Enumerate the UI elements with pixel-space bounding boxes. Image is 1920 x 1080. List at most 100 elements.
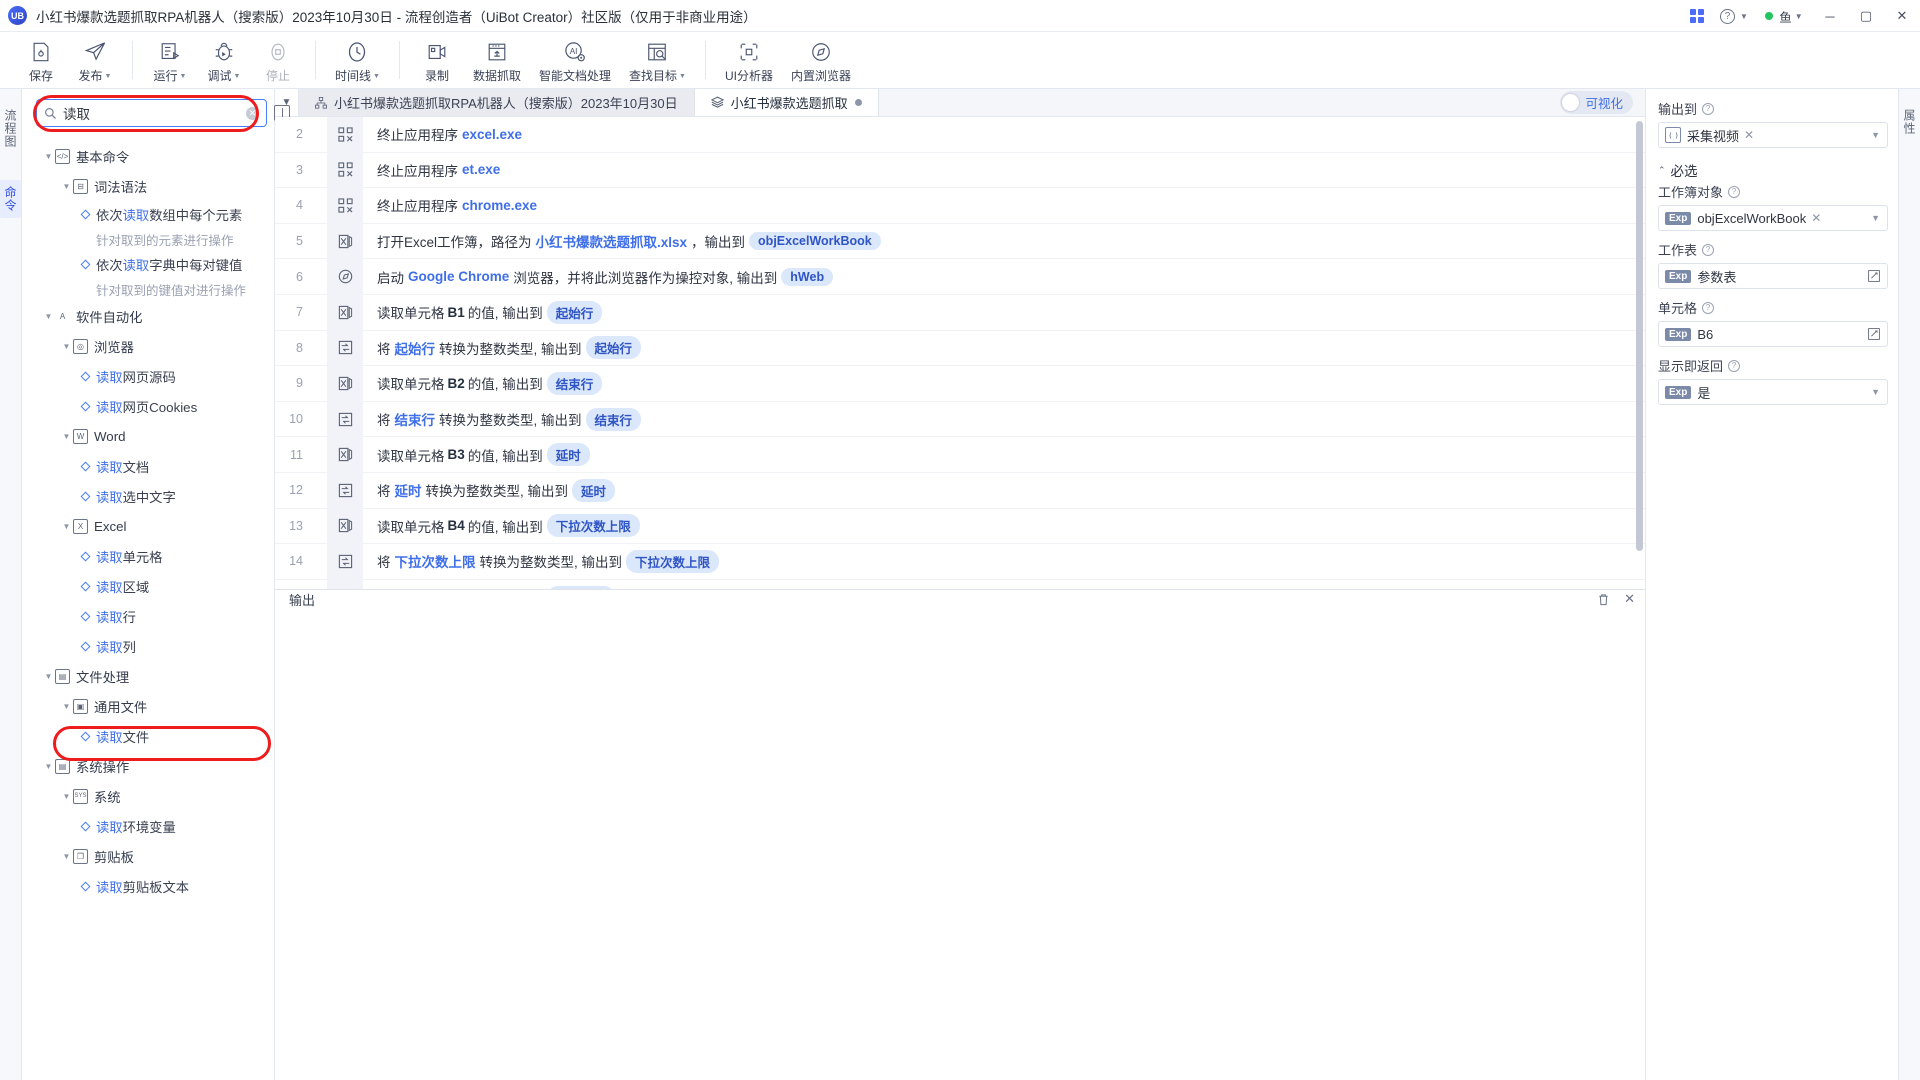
tree-group-系统操作[interactable]: ▼ ▤ 系统操作 (22, 751, 274, 781)
clear-icon[interactable]: ✕ (246, 106, 259, 120)
user-menu-button[interactable]: 鱼 ▼ (1756, 0, 1812, 32)
chevron-down-icon[interactable]: ▼ (60, 702, 73, 711)
flow-scrollbar[interactable] (1636, 121, 1643, 585)
flow-row[interactable]: 2 终止应用程序 excel.exe (275, 117, 1645, 153)
tree-group-基本命令[interactable]: ▼ </> 基本命令 (22, 141, 274, 171)
edit-icon[interactable] (1868, 328, 1880, 340)
toolbar-debug-button[interactable]: 调试 ▼ (197, 32, 251, 88)
rail-tab-flowchart[interactable]: 流程图 (0, 103, 21, 154)
tree-group-词法语法[interactable]: ▼ ⊟ 词法语法 (22, 171, 274, 201)
tree-item-依次读取数组中每个元素[interactable]: 依次读取数组中每个元素 (22, 201, 274, 227)
chevron-down-icon[interactable]: ▼ (1871, 130, 1880, 140)
trash-icon[interactable] (1597, 593, 1610, 606)
tree-item-读取环境变量[interactable]: 读取环境变量 (22, 811, 274, 841)
tree-group-剪贴板[interactable]: ▼ ❐ 剪贴板 (22, 841, 274, 871)
chevron-down-icon[interactable]: ▼ (42, 312, 55, 321)
flow-row[interactable]: 8 将起始行 转换为整数类型, 输出到 起始行 (275, 330, 1645, 367)
maximize-button[interactable]: ▢ (1848, 0, 1884, 32)
toolbar-record-button[interactable]: 录制 (410, 32, 464, 88)
tree-item-读取文档[interactable]: 读取文档 (22, 451, 274, 481)
apps-grid-icon[interactable] (1682, 0, 1712, 32)
editor-tab-0[interactable]: 小红书爆款选题抓取RPA机器人（搜索版）2023年10月30日 (299, 89, 695, 116)
close-button[interactable]: ✕ (1884, 0, 1920, 32)
chevron-down-icon[interactable]: ▼ (1871, 213, 1880, 223)
flow-row-number: 6 (296, 269, 303, 284)
flow-text: 启动 (377, 270, 404, 286)
tree-group-Word[interactable]: ▼ W Word (22, 421, 274, 451)
tree-group-系统[interactable]: ▼ SYS 系统 (22, 781, 274, 811)
flow-row[interactable]: 5 打开Excel工作簿，路径为 小红书爆款选题抓取.xlsx ，输出到 objExce… (275, 223, 1645, 260)
help-icon[interactable]: ? (1702, 102, 1715, 115)
tree-item-读取区域[interactable]: 读取区域 (22, 571, 274, 601)
tree-group-文件处理[interactable]: ▼ ▤ 文件处理 (22, 661, 274, 691)
required-section-header[interactable]: ⌃ 必选 (1658, 160, 1888, 180)
chevron-down-icon[interactable]: ▼ (42, 672, 55, 681)
property-field-2[interactable]: Exp B6 (1658, 321, 1888, 347)
flow-row[interactable]: 9 读取单元格 B2 的值, 输出到 结束行 (275, 365, 1645, 402)
editor-tab-1[interactable]: 小红书爆款选题抓取 (694, 89, 879, 116)
help-icon[interactable]: ? (1728, 359, 1741, 372)
rail-tab-properties[interactable]: 属性 (1899, 103, 1920, 141)
chevron-down-icon[interactable]: ▼ (60, 432, 73, 441)
remove-icon[interactable]: ✕ (1811, 211, 1821, 225)
flow-row[interactable]: 3 终止应用程序 et.exe (275, 152, 1645, 189)
toolbar-timeline-button[interactable]: 时间线 ▼ (326, 32, 389, 88)
help-button[interactable]: ? ▼ (1712, 0, 1756, 32)
search-input[interactable] (63, 105, 240, 121)
help-icon[interactable]: ? (1728, 185, 1741, 198)
toolbar-data-scrape-button[interactable]: 数据抓取 (464, 32, 530, 88)
tree-item-读取剪贴板文本[interactable]: 读取剪贴板文本 (22, 871, 274, 901)
toolbar-run-button[interactable]: 运行 ▼ (143, 32, 197, 88)
chevron-down-icon[interactable]: ▼ (60, 852, 73, 861)
toolbar-publish-button[interactable]: 发布 ▼ (68, 32, 122, 88)
flow-row[interactable]: 14 将下拉次数上限 转换为整数类型, 输出到 下拉次数上限 (275, 543, 1645, 580)
remove-icon[interactable]: ✕ (1744, 128, 1754, 142)
tree-group-Excel[interactable]: ▼ X Excel (22, 511, 274, 541)
property-value-wrap: 是 (1697, 383, 1871, 402)
flow-row[interactable]: 4 终止应用程序 chrome.exe (275, 187, 1645, 224)
toolbar-save-button[interactable]: 保存 (14, 32, 68, 88)
chevron-down-icon[interactable]: ▼ (60, 792, 73, 801)
toolbar-ai-doc-button[interactable]: AI 智能文档处理 (530, 32, 620, 88)
property-field-0[interactable]: Exp objExcelWorkBook ✕ ▼ (1658, 205, 1888, 231)
minimize-button[interactable]: ─ (1812, 0, 1848, 32)
search-box[interactable]: ✕ (36, 99, 267, 127)
flow-row[interactable]: 10 将结束行 转换为整数类型, 输出到 结束行 (275, 401, 1645, 438)
tree-group-软件自动化[interactable]: ▼ A 软件自动化 (22, 301, 274, 331)
flow-step-list[interactable]: 2 终止应用程序 excel.exe 3 终止应用程序 et.exe 4 终止应用程序 chro… (275, 117, 1645, 589)
help-icon[interactable]: ? (1702, 301, 1715, 314)
tree-item-读取文件[interactable]: 读取文件 (22, 721, 274, 751)
flow-row[interactable]: 7 读取单元格 B1 的值, 输出到 起始行 (275, 294, 1645, 331)
chevron-down-icon[interactable]: ▼ (42, 152, 55, 161)
chevron-down-icon[interactable]: ▼ (1871, 387, 1880, 397)
tree-item-依次读取字典中每对键值[interactable]: 依次读取字典中每对键值 (22, 251, 274, 277)
visualize-toggle[interactable]: 可视化 (1560, 91, 1633, 114)
tree-item-读取网页源码[interactable]: 读取网页源码 (22, 361, 274, 391)
tree-item-读取列[interactable]: 读取列 (22, 631, 274, 661)
tree-item-读取单元格[interactable]: 读取单元格 (22, 541, 274, 571)
chevron-down-icon[interactable]: ▼ (60, 182, 73, 191)
flow-row[interactable]: 6 启动 Google Chrome 浏览器，并将此浏览器作为操控对象, 输出到 hWe… (275, 259, 1645, 295)
property-field-3[interactable]: Exp 是 ▼ (1658, 379, 1888, 405)
output-to-field[interactable]: 采集视频 ✕ ▼ (1658, 122, 1888, 148)
chevron-down-icon[interactable]: ▼ (42, 762, 55, 771)
flow-row[interactable]: 15读取单元格B5的值, 输出到采集图片 (275, 579, 1645, 589)
edit-icon[interactable] (1868, 270, 1880, 282)
tree-group-通用文件[interactable]: ▼ ▣ 通用文件 (22, 691, 274, 721)
toolbar-builtin-browser-button[interactable]: 内置浏览器 (782, 32, 860, 88)
toolbar-ui-analyzer-button[interactable]: UI分析器 (716, 32, 782, 88)
tree-item-读取选中文字[interactable]: 读取选中文字 (22, 481, 274, 511)
toolbar-find-target-button[interactable]: 查找目标 ▼ (620, 32, 695, 88)
flow-row[interactable]: 13 读取单元格 B4 的值, 输出到 下拉次数上限 (275, 508, 1645, 545)
tree-group-浏览器[interactable]: ▼ ◎ 浏览器 (22, 331, 274, 361)
help-icon[interactable]: ? (1702, 243, 1715, 256)
close-icon[interactable]: ✕ (1624, 591, 1635, 607)
chevron-down-icon[interactable]: ▼ (60, 522, 73, 531)
property-field-1[interactable]: Exp 参数表 (1658, 263, 1888, 289)
rail-tab-commands[interactable]: 命令 (0, 180, 21, 218)
flow-row[interactable]: 11 读取单元格 B3 的值, 输出到 延时 (275, 437, 1645, 473)
flow-row[interactable]: 12 将延时 转换为整数类型, 输出到 延时 (275, 472, 1645, 509)
chevron-down-icon[interactable]: ▼ (60, 342, 73, 351)
tree-item-读取行[interactable]: 读取行 (22, 601, 274, 631)
tree-item-读取网页Cookies[interactable]: 读取网页Cookies (22, 391, 274, 421)
